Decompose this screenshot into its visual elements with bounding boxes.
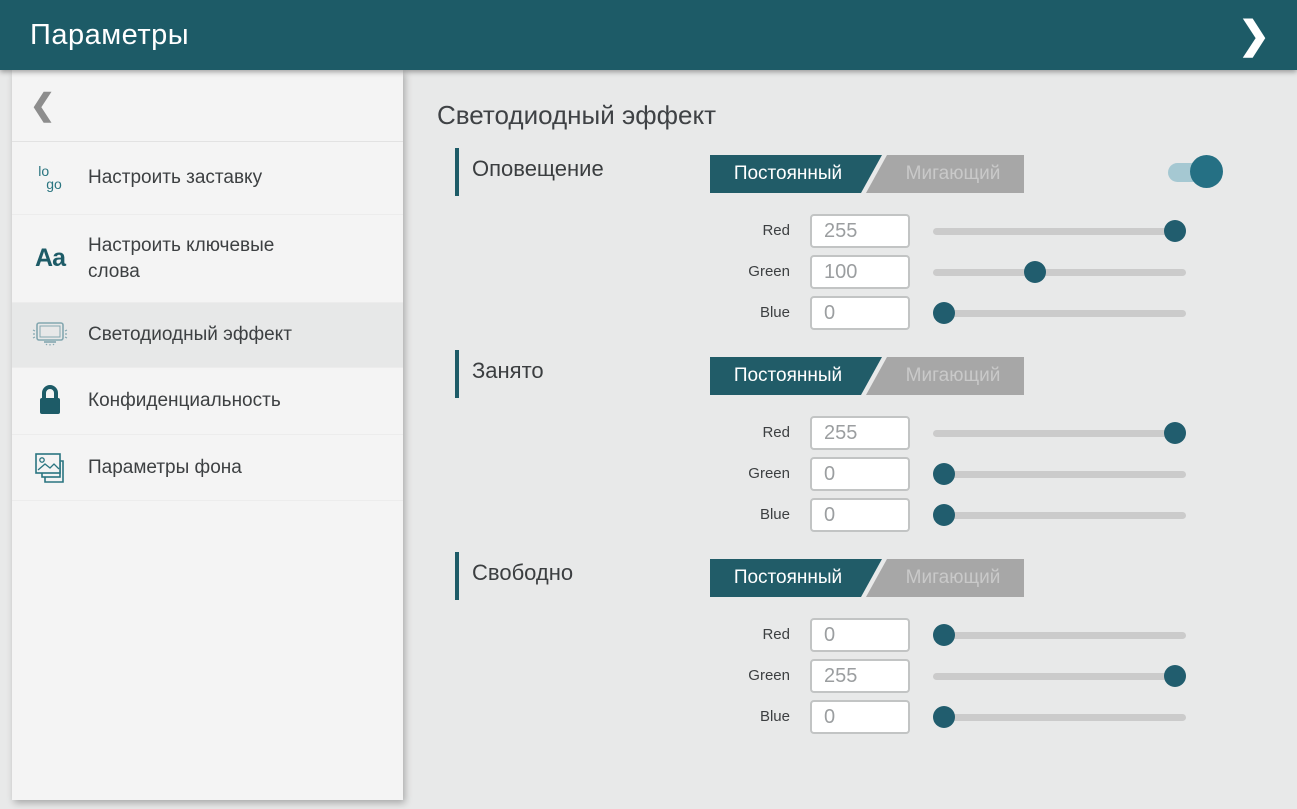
blue-slider[interactable] — [933, 700, 1186, 734]
led-section: Занято ПостоянныйМигающий Red Green Blue — [455, 350, 1215, 542]
slider-thumb[interactable] — [933, 706, 955, 728]
mode-segmented-control: ПостоянныйМигающий — [710, 155, 1024, 193]
red-slider[interactable] — [933, 618, 1186, 652]
slider-thumb[interactable] — [933, 504, 955, 526]
channel-row: Green — [455, 457, 1215, 491]
mode-option-constant[interactable]: Постоянный — [710, 559, 882, 597]
channel-label: Red — [680, 618, 790, 652]
background-images-icon — [12, 451, 88, 485]
led-section: Оповещение ПостоянныйМигающий Red Green Blue — [455, 148, 1215, 340]
slider-track — [933, 228, 1186, 235]
slider-track — [933, 430, 1186, 437]
slider-thumb[interactable] — [933, 302, 955, 324]
blue-value-input[interactable] — [810, 700, 910, 734]
lock-icon — [12, 384, 88, 418]
section-label: Занято — [472, 358, 544, 384]
sidebar-back-button[interactable]: ❮ — [12, 70, 403, 142]
channel-row: Blue — [455, 498, 1215, 532]
channel-label: Blue — [680, 296, 790, 330]
channel-label: Blue — [680, 498, 790, 532]
channel-label: Green — [680, 457, 790, 491]
toggle-knob — [1190, 155, 1223, 188]
channel-row: Red — [455, 618, 1215, 652]
forward-chevron-icon[interactable]: ❯ — [1229, 0, 1279, 70]
slider-thumb[interactable] — [1164, 422, 1186, 444]
green-slider[interactable] — [933, 659, 1186, 693]
sidebar-item-splash-screen[interactable]: lo go Настроить заставку — [12, 142, 403, 215]
mode-segmented-control: ПостоянныйМигающий — [710, 357, 1024, 395]
sidebar-item-privacy[interactable]: Конфиденциальность — [12, 368, 403, 435]
green-slider[interactable] — [933, 255, 1186, 289]
page-title: Параметры — [30, 19, 189, 52]
slider-thumb[interactable] — [1164, 220, 1186, 242]
led-section: Свободно ПостоянныйМигающий Red Green Blue — [455, 552, 1215, 744]
mode-option-constant[interactable]: Постоянный — [710, 357, 882, 395]
green-value-input[interactable] — [810, 659, 910, 693]
channel-row: Green — [455, 659, 1215, 693]
channel-row: Blue — [455, 296, 1215, 330]
blue-value-input[interactable] — [810, 498, 910, 532]
content-title: Светодиодный эффект — [437, 100, 716, 131]
blue-slider[interactable] — [933, 498, 1186, 532]
green-value-input[interactable] — [810, 255, 910, 289]
slider-track — [933, 269, 1186, 276]
sidebar-item-label: Параметры фона — [88, 455, 256, 481]
section-accent-bar — [455, 350, 459, 398]
channel-row: Blue — [455, 700, 1215, 734]
slider-thumb[interactable] — [933, 463, 955, 485]
slider-track — [933, 632, 1186, 639]
slider-thumb[interactable] — [1024, 261, 1046, 283]
sidebar-item-keywords[interactable]: Aa Настроить ключевые слова — [12, 215, 403, 303]
led-screen-icon — [12, 320, 88, 350]
sidebar-item-label: Светодиодный эффект — [88, 322, 306, 348]
slider-track — [933, 310, 1186, 317]
red-slider[interactable] — [933, 416, 1186, 450]
section-label: Свободно — [472, 560, 573, 586]
blue-value-input[interactable] — [810, 296, 910, 330]
slider-track — [933, 673, 1186, 680]
channel-row: Red — [455, 214, 1215, 248]
channel-label: Green — [680, 255, 790, 289]
slider-track — [933, 714, 1186, 721]
keywords-icon: Aa — [12, 244, 88, 273]
settings-window: Параметры ❯ ❮ lo go Настроить заставку A… — [0, 0, 1297, 809]
slider-thumb[interactable] — [1164, 665, 1186, 687]
channel-row: Green — [455, 255, 1215, 289]
section-label: Оповещение — [472, 156, 604, 182]
green-value-input[interactable] — [810, 457, 910, 491]
mode-segmented-control: ПостоянныйМигающий — [710, 559, 1024, 597]
channel-label: Green — [680, 659, 790, 693]
slider-track — [933, 512, 1186, 519]
back-chevron-icon: ❮ — [30, 88, 55, 123]
red-value-input[interactable] — [810, 618, 910, 652]
sidebar-item-label: Конфиденциальность — [88, 388, 295, 414]
red-slider[interactable] — [933, 214, 1186, 248]
section-enable-toggle[interactable] — [1168, 154, 1224, 190]
channel-label: Red — [680, 416, 790, 450]
section-accent-bar — [455, 552, 459, 600]
channel-row: Red — [455, 416, 1215, 450]
sidebar-item-led-effect[interactable]: Светодиодный эффект — [12, 303, 403, 368]
logo-icon: lo go — [12, 165, 88, 191]
sidebar: ❮ lo go Настроить заставку Aa Настроить … — [12, 70, 403, 800]
slider-track — [933, 471, 1186, 478]
slider-thumb[interactable] — [933, 624, 955, 646]
sidebar-item-label: Настроить ключевые слова — [88, 233, 338, 285]
channel-label: Red — [680, 214, 790, 248]
sidebar-item-label: Настроить заставку — [88, 165, 276, 191]
channel-label: Blue — [680, 700, 790, 734]
red-value-input[interactable] — [810, 416, 910, 450]
mode-option-blinking[interactable]: Мигающий — [866, 155, 1024, 193]
section-accent-bar — [455, 148, 459, 196]
sidebar-item-background[interactable]: Параметры фона — [12, 435, 403, 501]
mode-option-constant[interactable]: Постоянный — [710, 155, 882, 193]
green-slider[interactable] — [933, 457, 1186, 491]
blue-slider[interactable] — [933, 296, 1186, 330]
red-value-input[interactable] — [810, 214, 910, 248]
mode-option-blinking[interactable]: Мигающий — [866, 357, 1024, 395]
app-header: Параметры ❯ — [0, 0, 1297, 70]
mode-option-blinking[interactable]: Мигающий — [866, 559, 1024, 597]
